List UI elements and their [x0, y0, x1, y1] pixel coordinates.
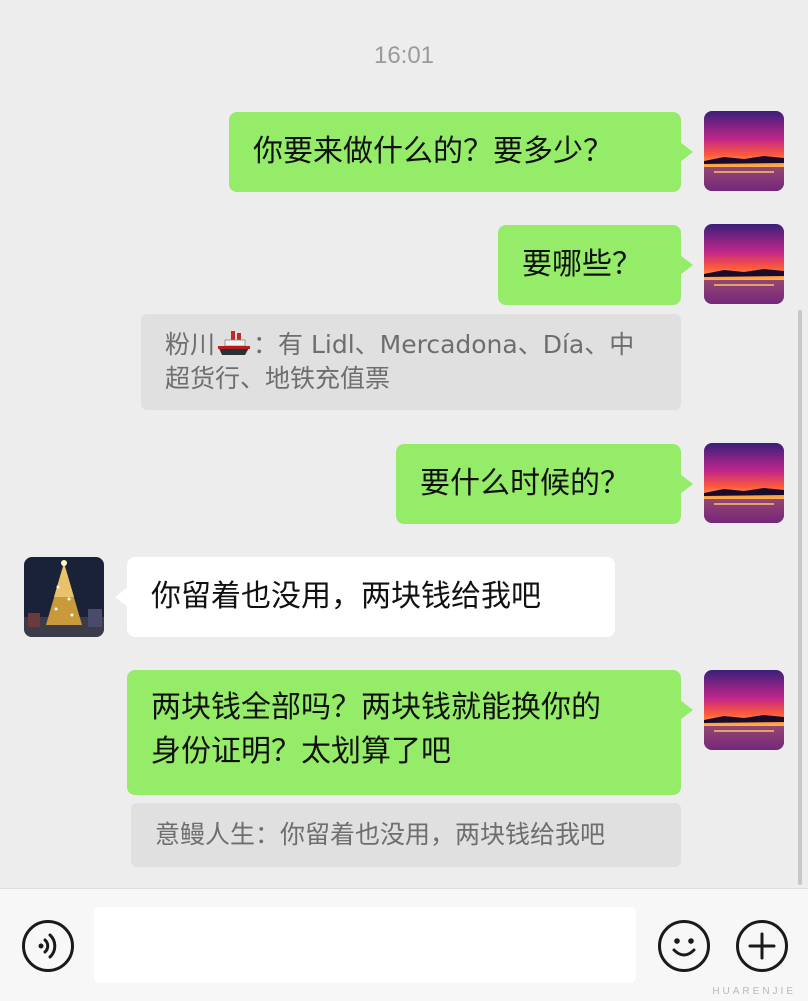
plus-button[interactable]	[736, 920, 788, 972]
message-input[interactable]	[94, 907, 636, 983]
quoted-message[interactable]: 粉川 ：有 Lidl、Mercadona、Día、中超货行、地铁充值票	[141, 314, 681, 410]
quoted-message[interactable]: 意鳗人生：你留着也没用，两块钱给我吧	[131, 803, 681, 867]
ship-emoji-icon	[217, 329, 251, 359]
message-text: 你要来做什么的？要多少？	[253, 134, 613, 169]
message-timestamp: 16:01	[373, 42, 435, 69]
outgoing-message-bubble[interactable]: 两块钱全部吗？两块钱就能换你的 身份证明？太划算了吧	[127, 670, 693, 795]
my-avatar[interactable]	[704, 111, 784, 191]
scrollbar[interactable]	[798, 310, 802, 885]
my-avatar[interactable]	[704, 443, 784, 523]
voice-icon	[38, 933, 57, 959]
outgoing-message-bubble[interactable]: 你要来做什么的？要多少？	[229, 112, 693, 192]
message-text-line: 两块钱全部吗？两块钱就能换你的	[151, 690, 601, 725]
emoji-button[interactable]	[658, 920, 710, 972]
quote-sender: 粉川	[165, 330, 216, 359]
watermark: HUARENJIE	[712, 986, 796, 997]
my-avatar[interactable]	[704, 224, 784, 304]
emoji-icon	[672, 938, 696, 957]
message-text: 要什么时候的？	[420, 466, 630, 501]
message-text: 你留着也没用，两块钱给我吧	[151, 579, 541, 614]
outgoing-message-bubble[interactable]: 要哪些？	[498, 225, 693, 305]
message-text: 要哪些？	[522, 247, 642, 282]
plus-icon	[748, 932, 776, 960]
quote-text: 意鳗人生：你留着也没用，两块钱给我吧	[155, 820, 606, 849]
outgoing-message-bubble[interactable]: 要什么时候的？	[396, 444, 693, 524]
contact-avatar[interactable]	[24, 557, 104, 637]
message-text-line: 身份证明？太划算了吧	[151, 734, 451, 769]
voice-button[interactable]	[22, 920, 74, 972]
incoming-message-bubble[interactable]: 你留着也没用，两块钱给我吧	[115, 557, 615, 637]
my-avatar[interactable]	[704, 670, 784, 750]
input-bar: HUARENJIE	[0, 888, 808, 1001]
